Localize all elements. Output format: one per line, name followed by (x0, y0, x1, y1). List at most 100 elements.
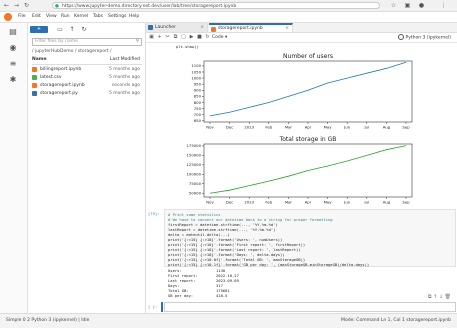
menu-help[interactable]: Help (129, 13, 139, 21)
code-line: plt.show() (176, 44, 199, 49)
running-icon[interactable]: ◉ (8, 43, 18, 53)
x-tick-label: Dec (226, 125, 233, 130)
back-icon[interactable]: ← (3, 2, 10, 9)
kernel-indicator[interactable]: Python 3 (ipykernel) (397, 34, 451, 42)
tab-launcher[interactable]: Launcher × (146, 23, 208, 32)
y-tick-label: 950 (194, 81, 202, 86)
add-cell-icon[interactable]: + (156, 34, 163, 41)
run-icon[interactable]: ▶ (188, 34, 195, 41)
close-icon[interactable]: × (200, 23, 204, 32)
copy-icon[interactable]: ⧉ (172, 34, 179, 41)
move-up-icon[interactable]: ↑ (433, 294, 437, 300)
x-tick-label: Dec (226, 200, 233, 205)
cell-prompt: [75]: (148, 211, 160, 216)
upload-icon[interactable]: ↑ (68, 26, 76, 33)
x-tick-label: Sep (402, 125, 410, 130)
lock-icon: ● (55, 4, 59, 9)
menu-settings[interactable]: Settings (108, 13, 126, 21)
reload-icon[interactable]: ↻ (23, 2, 30, 9)
tab-storagereport[interactable]: storagereport.ipynb × (209, 23, 293, 32)
commands-icon[interactable]: ≡ (8, 59, 18, 69)
series-line (209, 61, 407, 117)
new-folder-icon[interactable]: ▭ (56, 26, 64, 33)
file-name: storagereport.py (40, 91, 78, 96)
address-bar[interactable]: ● https://www.jupyter-demo.directory.net… (52, 2, 380, 9)
file-list-header: Name Last Modified (32, 57, 142, 65)
delete-icon[interactable]: 🗑 (445, 294, 451, 300)
y-tick-label: 75000 (189, 181, 202, 186)
file-row[interactable]: storagereport.ipynb seconds ago (32, 82, 142, 89)
file-row[interactable]: latest.csv 5 months ago (32, 74, 142, 81)
x-tick-label: May (324, 200, 333, 205)
plot-frame (203, 60, 413, 123)
file-modified: 5 months ago (108, 91, 140, 96)
y-tick-label: 175000 (187, 143, 202, 148)
menu-kernel[interactable]: Kernel (74, 13, 88, 21)
x-tick-label: Aug (383, 200, 391, 205)
file-modified: 5 months ago (108, 75, 140, 80)
menu-run[interactable]: Run (61, 13, 70, 21)
x-tick-label: May (324, 125, 333, 130)
x-tick-label: Nov (206, 200, 214, 205)
cell-type-select[interactable]: Code ▾ (212, 34, 242, 41)
status-bar: Simple 0 2 Python 3 (ipykernel) | Idle M… (0, 313, 457, 328)
close-icon[interactable]: × (285, 25, 289, 32)
menu-file[interactable]: File (18, 13, 26, 21)
paste-icon[interactable]: ▢ (180, 34, 187, 41)
forward-icon[interactable]: → (13, 2, 20, 9)
code-line: print('{:<15} {:>10.1f}'.format('GB per … (168, 262, 370, 267)
kernel-status-icon (397, 34, 404, 40)
file-row[interactable]: storagereport.py 5 months ago (32, 90, 142, 97)
file-modified: seconds ago (111, 83, 140, 88)
x-tick-label: Jul (364, 200, 370, 205)
cell-toolbar: ⧉ ↑ ↓ 🗑 (428, 294, 451, 300)
stop-icon[interactable]: ■ (196, 34, 203, 41)
filter-placeholder: Filter files by name (35, 39, 78, 44)
file-name: storagereport.ipynb (40, 83, 85, 88)
x-tick-label: Sep (402, 200, 410, 205)
move-down-icon[interactable]: ↓ (439, 294, 443, 300)
browser-toolbar: ← → ↻ ● https://www.jupyter-demo.directo… (0, 0, 457, 12)
python-file-icon (32, 91, 37, 96)
cell-prompt: [ ]: (148, 304, 158, 309)
x-tick-label: Jun (343, 200, 351, 205)
menu-edit[interactable]: Edit (32, 13, 41, 21)
file-browser: + ▭ ↑ ↻ Filter files by name ⚲ / jupyter… (28, 23, 146, 313)
file-row[interactable]: billingreport.ipynb 5 months ago (32, 66, 142, 73)
cell-selection-bar (161, 302, 163, 312)
filter-input[interactable]: Filter files by name ⚲ (32, 38, 142, 46)
cut-icon[interactable]: ✂ (164, 34, 171, 41)
status-right: Mode: Command Ln 1, Col 1 storagereport.… (341, 318, 451, 323)
breadcrumb[interactable]: / jupyterHubDemo / storagereport / (32, 49, 112, 54)
bookmark-icon[interactable]: ☆ (390, 2, 397, 9)
tab-bar: Launcher × storagereport.ipynb × (146, 23, 457, 33)
storage-chart: Total storage in GB 50000 75000 100000 12500… (187, 136, 413, 205)
series-line (209, 145, 407, 194)
x-tick-label: Mar (285, 200, 293, 205)
refresh-icon[interactable]: ↻ (80, 26, 88, 33)
copy-cell-icon[interactable]: ⧉ (428, 294, 432, 300)
column-name[interactable]: Name (32, 57, 47, 62)
cell-type-value: Code (212, 35, 224, 40)
extension-icon[interactable]: ✱ (8, 75, 18, 85)
x-tick-label: 2023 (244, 125, 254, 130)
menu-icon[interactable]: ⋮ (440, 2, 447, 9)
menu-view[interactable]: View (46, 13, 57, 21)
x-tick-label: Mar (285, 125, 293, 130)
menu-tabs[interactable]: Tabs (93, 13, 103, 21)
folder-icon[interactable]: ▤ (8, 27, 18, 37)
extensions-icon[interactable]: ▣ (404, 2, 411, 9)
y-tick-label: 650 (194, 118, 202, 123)
empty-code-cell[interactable] (161, 302, 456, 312)
restart-icon[interactable]: ↻ (204, 34, 211, 41)
file-browser-toolbar: + ▭ ↑ ↻ (30, 26, 140, 34)
column-modified[interactable]: Last Modified (110, 57, 140, 62)
x-tick-label: Apr (305, 200, 312, 205)
save-icon[interactable]: ▣ (148, 34, 155, 41)
profile-icon[interactable]: ● (418, 2, 425, 9)
file-name: latest.csv (40, 75, 62, 80)
x-tick-label: Feb (265, 125, 272, 130)
file-name: billingreport.ipynb (40, 67, 82, 72)
new-launcher-button[interactable]: + (30, 26, 48, 33)
y-tick-label: 1100 (191, 63, 201, 68)
